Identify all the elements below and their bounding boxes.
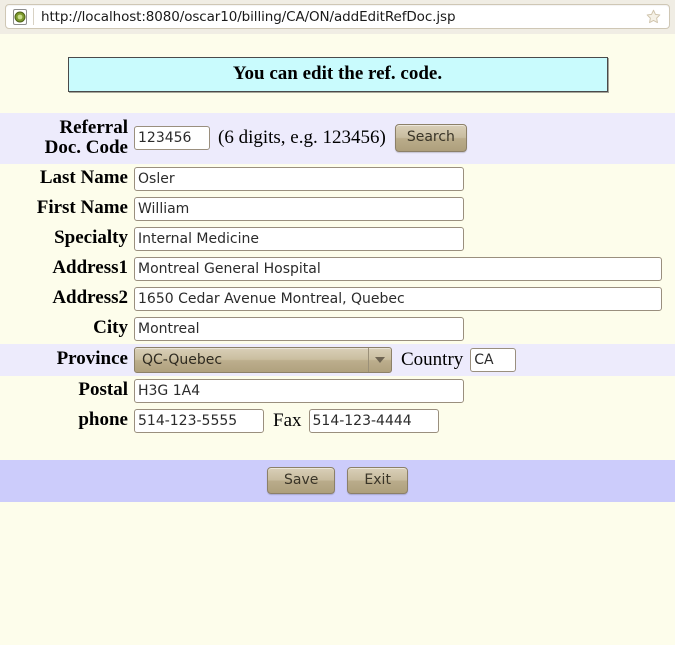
exit-button[interactable]: Exit	[347, 466, 408, 495]
page-content: You can edit the ref. code. Referral Doc…	[0, 34, 675, 645]
row-address2: Address2	[0, 284, 675, 314]
last-name-input[interactable]	[134, 166, 464, 191]
label-address2: Address2	[52, 287, 128, 309]
label-referral-doc-code: Referral Doc. Code	[0, 118, 134, 158]
province-select-value: QC-Quebec	[142, 351, 223, 368]
field-zone-address2	[134, 284, 675, 314]
referral-doc-code-hint: (6 digits, e.g. 123456)	[218, 126, 386, 148]
label-last-name: Last Name	[39, 167, 128, 189]
label-country: Country	[401, 348, 464, 370]
chevron-down-icon[interactable]	[368, 347, 391, 372]
row-address1: Address1	[0, 254, 675, 284]
label-specialty: Specialty	[54, 227, 128, 249]
label-first-name: First Name	[36, 197, 128, 219]
form-actions-bar: Save Exit	[0, 459, 675, 503]
country-input[interactable]	[470, 347, 517, 372]
banner-row: You can edit the ref. code.	[0, 34, 675, 113]
row-city: City	[0, 314, 675, 344]
label-address1: Address1	[52, 257, 128, 279]
label-phone: phone	[78, 409, 128, 431]
city-input[interactable]	[134, 316, 464, 341]
label-fax: Fax	[273, 409, 302, 431]
info-banner: You can edit the ref. code.	[67, 57, 608, 92]
row-referral-doc-code: Referral Doc. Code (6 digits, e.g. 12345…	[0, 113, 675, 164]
field-zone-referral-doc-code: (6 digits, e.g. 123456) Search	[134, 121, 675, 155]
first-name-input[interactable]	[134, 196, 464, 221]
referral-doc-code-input[interactable]	[134, 125, 210, 150]
field-zone-first-name	[134, 194, 675, 224]
field-zone-last-name	[134, 164, 675, 194]
label-province: Province	[56, 348, 128, 370]
label-referral-doc-code-line2: Doc. Code	[44, 136, 128, 158]
province-select[interactable]: QC-Quebec	[134, 346, 392, 373]
address1-input[interactable]	[134, 256, 662, 281]
row-phone-fax: phone Fax	[0, 406, 675, 436]
page-globe-icon	[13, 8, 27, 25]
label-postal: Postal	[78, 379, 128, 401]
specialty-input[interactable]	[134, 226, 464, 251]
label-referral-doc-code-line1: Referral	[59, 117, 128, 138]
fax-input[interactable]	[308, 408, 439, 433]
label-city: City	[93, 317, 128, 339]
field-zone-province-country: QC-Quebec Country	[134, 344, 675, 376]
field-zone-city	[134, 314, 675, 344]
phone-input[interactable]	[134, 408, 264, 433]
row-specialty: Specialty	[0, 224, 675, 254]
row-first-name: First Name	[0, 194, 675, 224]
row-last-name: Last Name	[0, 164, 675, 194]
field-zone-address1	[134, 254, 675, 284]
row-postal: Postal	[0, 376, 675, 406]
field-zone-postal	[134, 376, 675, 406]
field-zone-phone-fax: Fax	[134, 406, 675, 436]
address2-input[interactable]	[134, 286, 662, 311]
url-text[interactable]: http://localhost:8080/oscar10/billing/CA…	[41, 9, 645, 25]
search-button[interactable]: Search	[394, 123, 467, 152]
save-button[interactable]: Save	[267, 466, 336, 495]
address-bar-divider	[33, 8, 34, 25]
browser-toolbar: http://localhost:8080/oscar10/billing/CA…	[0, 0, 675, 34]
postal-input[interactable]	[134, 378, 464, 403]
row-province-country: Province QC-Quebec Country	[0, 343, 675, 376]
address-bar[interactable]: http://localhost:8080/oscar10/billing/CA…	[5, 4, 670, 29]
star-icon[interactable]	[645, 8, 662, 25]
field-zone-specialty	[134, 224, 675, 254]
